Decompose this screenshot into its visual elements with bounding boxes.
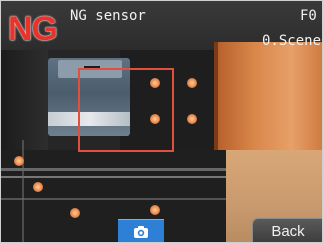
image-trace-line	[0, 168, 226, 171]
image-solder-pad	[187, 114, 197, 124]
image-solder-pad	[187, 78, 197, 88]
sensor-screen: NG NG sensor F0 0.Scene0 Back	[0, 0, 323, 243]
capture-button[interactable]	[118, 219, 164, 243]
image-solder-pad	[33, 182, 43, 192]
image-trace-line	[0, 176, 226, 178]
image-solder-pad	[14, 156, 24, 166]
image-lower-board	[0, 150, 226, 243]
inspection-region-box[interactable]	[78, 68, 174, 152]
image-trace-line	[0, 198, 226, 200]
scene-label: 0.Scene0	[262, 33, 323, 49]
image-solder-pad	[70, 208, 80, 218]
image-solder-pad	[150, 205, 160, 215]
back-button[interactable]: Back	[252, 218, 323, 243]
sensor-title: NG sensor	[70, 8, 146, 24]
function-label: F0	[300, 8, 317, 24]
ng-result-badge: NG	[8, 10, 58, 48]
image-trace-vertical	[22, 140, 24, 243]
camera-icon	[134, 226, 148, 238]
